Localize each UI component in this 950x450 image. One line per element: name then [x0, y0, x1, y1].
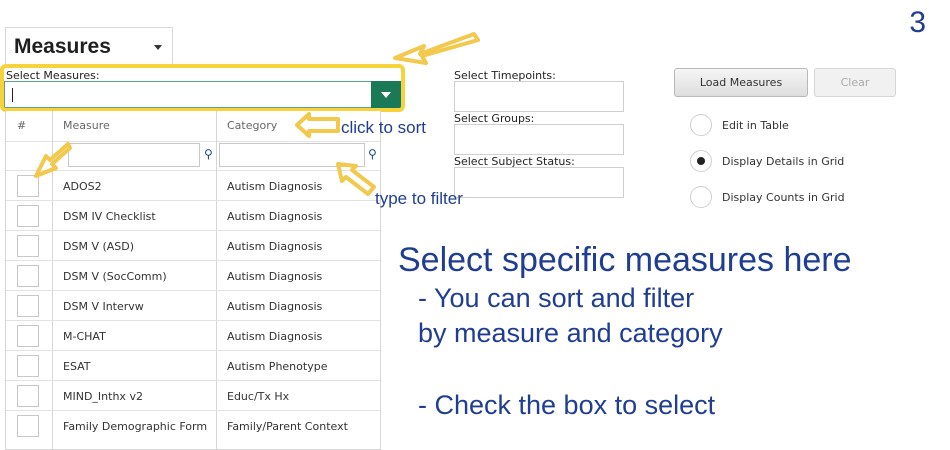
instruction-line-3: by measure and category: [418, 318, 723, 348]
arrow-icon: [34, 142, 72, 178]
arrow-icon: [295, 112, 340, 138]
annotation-arrows: [34, 32, 480, 196]
instruction-line-4: - Check the box to select: [418, 390, 716, 420]
arrow-icon: [393, 32, 480, 65]
instruction-line-1: Select specific measures here: [398, 241, 852, 279]
click-to-sort-note: click to sort: [341, 118, 427, 137]
arrow-icon: [336, 162, 376, 196]
type-to-filter-note: type to filter: [375, 189, 463, 208]
instruction-line-2: - You can sort and filter: [418, 283, 695, 313]
